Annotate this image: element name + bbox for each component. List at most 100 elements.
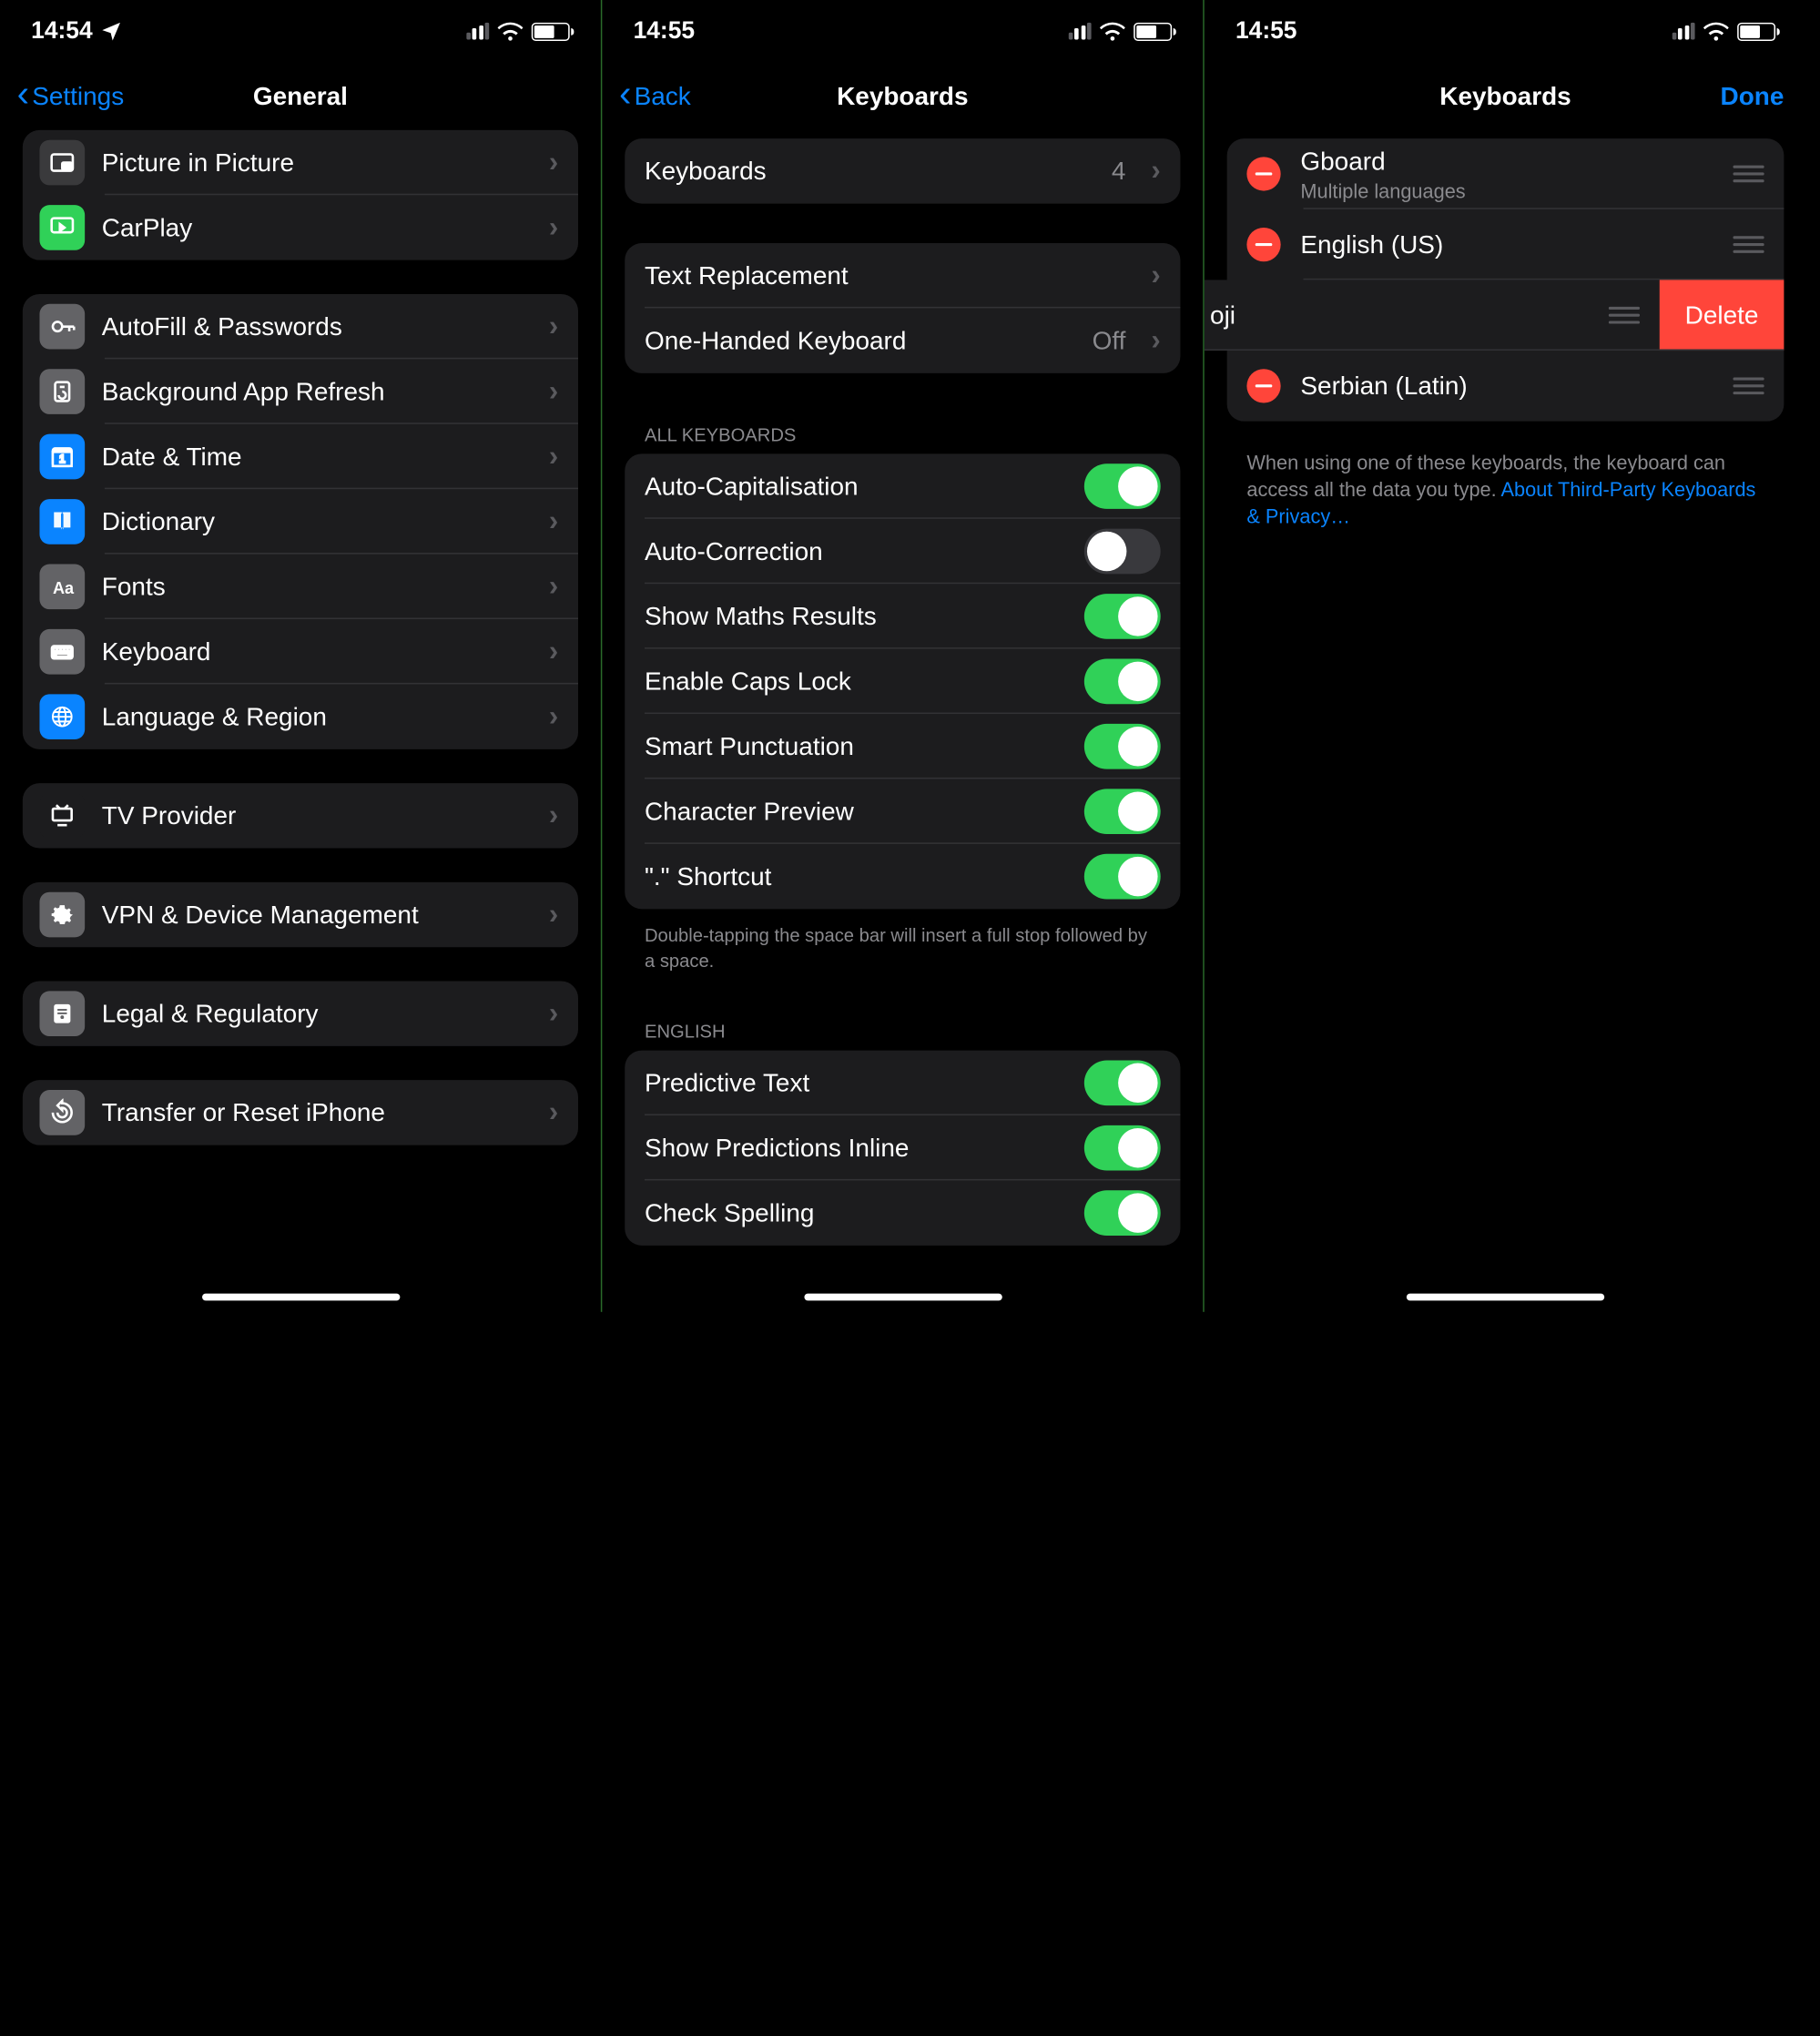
keyboard-row-english[interactable]: English (US) — [1227, 209, 1784, 280]
settings-group: VPN & Device Management › — [23, 882, 578, 947]
toggle-switch[interactable] — [1084, 789, 1161, 834]
toggle-switch[interactable] — [1084, 1190, 1161, 1236]
svg-text:Aa: Aa — [53, 579, 75, 597]
shortcut-footer: Double-tapping the space bar will insert… — [602, 915, 1203, 984]
done-button[interactable]: Done — [1721, 81, 1784, 111]
keyboard-row-emoji-swiped[interactable]: oji Delete — [1205, 280, 1784, 351]
toggle-switch[interactable] — [1084, 529, 1161, 575]
settings-row-vpn[interactable]: VPN & Device Management › — [23, 882, 578, 947]
settings-row-dict[interactable]: Dictionary › — [23, 489, 578, 554]
keyboard-title: Gboard — [1300, 147, 1713, 177]
keyboard-row-gboard[interactable]: Gboard Multiple languages — [1227, 138, 1784, 209]
one-handed-row[interactable]: One-Handed Keyboard Off › — [625, 308, 1180, 372]
status-time: 14:54 — [31, 17, 93, 46]
cell-label: Dictionary — [102, 507, 532, 537]
remove-button[interactable] — [1246, 228, 1280, 261]
drag-handle-icon[interactable] — [1733, 378, 1764, 395]
settings-row-transfer[interactable]: Transfer or Reset iPhone › — [23, 1080, 578, 1145]
settings-row-legal[interactable]: Legal & Regulatory › — [23, 982, 578, 1046]
cell-label: Fonts — [102, 572, 532, 602]
settings-row-carplay[interactable]: CarPlay › — [23, 195, 578, 260]
keyboards-row[interactable]: Keyboards 4 › — [625, 138, 1180, 203]
chevron-right-icon: › — [549, 570, 558, 603]
svg-text:1: 1 — [59, 453, 65, 465]
chevron-right-icon: › — [549, 147, 558, 179]
settings-row-keyboard[interactable]: Keyboard › — [23, 619, 578, 684]
text-replacement-row[interactable]: Text Replacement › — [625, 243, 1180, 308]
page-title: Keyboards — [1205, 81, 1806, 111]
remove-button[interactable] — [1246, 157, 1280, 190]
signal-icon — [1672, 23, 1695, 40]
chevron-right-icon: › — [549, 441, 558, 473]
toggle-switch[interactable] — [1084, 463, 1161, 509]
cell-label: Legal & Regulatory — [102, 999, 532, 1029]
home-indicator[interactable] — [201, 1294, 399, 1301]
back-button[interactable]: ‹ Back — [619, 81, 691, 111]
back-button[interactable]: ‹ Settings — [17, 81, 125, 111]
toggle-switch[interactable] — [1084, 1125, 1161, 1171]
toggle-row: Show Maths Results — [625, 584, 1180, 648]
nav-bar: ‹ Back Keyboards — [602, 62, 1203, 130]
keyboard-title: English (US) — [1300, 229, 1713, 260]
key-icon — [39, 304, 85, 350]
keyboard-row-serbian[interactable]: Serbian (Latin) — [1227, 351, 1784, 422]
settings-group: TV Provider › — [23, 783, 578, 848]
remove-button[interactable] — [1246, 369, 1280, 402]
settings-group: Picture in Picture › CarPlay › — [23, 130, 578, 260]
settings-row-date[interactable]: 1 Date & Time › — [23, 424, 578, 489]
settings-group: Legal & Regulatory › — [23, 982, 578, 1046]
settings-row-pip[interactable]: Picture in Picture › — [23, 130, 578, 195]
toggle-row: Predictive Text — [625, 1051, 1180, 1115]
settings-group: AutoFill & Passwords › Background App Re… — [23, 294, 578, 749]
cell-label: Text Replacement — [645, 260, 1134, 290]
toggle-label: Smart Punctuation — [645, 731, 1067, 761]
tv-icon — [39, 793, 85, 839]
book-icon — [39, 499, 85, 545]
settings-row-autofill[interactable]: AutoFill & Passwords › — [23, 294, 578, 359]
settings-row-refresh[interactable]: Background App Refresh › — [23, 359, 578, 423]
signal-icon — [466, 23, 490, 40]
keyboard-title: Serbian (Latin) — [1300, 372, 1713, 402]
toggle-row: Auto-Correction — [625, 519, 1180, 584]
toggle-switch[interactable] — [1084, 724, 1161, 769]
nav-bar: Keyboards Done — [1205, 62, 1806, 130]
globe-icon — [39, 694, 85, 739]
chevron-right-icon: › — [549, 1096, 558, 1129]
chevron-right-icon: › — [549, 375, 558, 408]
cell-label: TV Provider — [102, 801, 532, 831]
keyboard-title: oji — [1210, 300, 1589, 331]
cell-label: One-Handed Keyboard — [645, 326, 1075, 356]
home-indicator[interactable] — [804, 1294, 1002, 1301]
toggle-switch[interactable] — [1084, 659, 1161, 705]
text-replacement-section: Text Replacement › One-Handed Keyboard O… — [625, 243, 1180, 373]
status-time: 14:55 — [1235, 17, 1297, 46]
cell-label: CarPlay — [102, 213, 532, 243]
toggle-row: "." Shortcut — [625, 844, 1180, 909]
carplay-icon — [39, 205, 85, 250]
drag-handle-icon[interactable] — [1733, 236, 1764, 253]
toggle-row: Smart Punctuation — [625, 714, 1180, 779]
toggle-switch[interactable] — [1084, 1061, 1161, 1106]
toggle-switch[interactable] — [1084, 594, 1161, 639]
settings-row-tv[interactable]: TV Provider › — [23, 783, 578, 848]
wifi-icon — [1100, 21, 1125, 41]
status-bar: 14:55 — [602, 0, 1203, 62]
chevron-right-icon: › — [1151, 260, 1160, 292]
cell-label: VPN & Device Management — [102, 900, 532, 930]
keyboard-edit-list: Gboard Multiple languages English (US) o… — [1227, 138, 1784, 422]
pip-icon — [39, 140, 85, 186]
cell-label: Language & Region — [102, 702, 532, 732]
drag-handle-icon[interactable] — [1609, 307, 1640, 324]
drag-handle-icon[interactable] — [1733, 166, 1764, 183]
settings-row-lang[interactable]: Language & Region › — [23, 684, 578, 748]
keyboard-icon — [39, 629, 85, 675]
toggle-label: Character Preview — [645, 797, 1067, 827]
home-indicator[interactable] — [1407, 1294, 1604, 1301]
cert-icon — [39, 991, 85, 1036]
status-time: 14:55 — [634, 17, 696, 46]
toggle-row: Enable Caps Lock — [625, 649, 1180, 714]
toggle-row: Show Predictions Inline — [625, 1115, 1180, 1180]
settings-row-fonts[interactable]: Aa Fonts › — [23, 555, 578, 619]
toggle-switch[interactable] — [1084, 854, 1161, 900]
delete-button[interactable]: Delete — [1660, 280, 1784, 351]
